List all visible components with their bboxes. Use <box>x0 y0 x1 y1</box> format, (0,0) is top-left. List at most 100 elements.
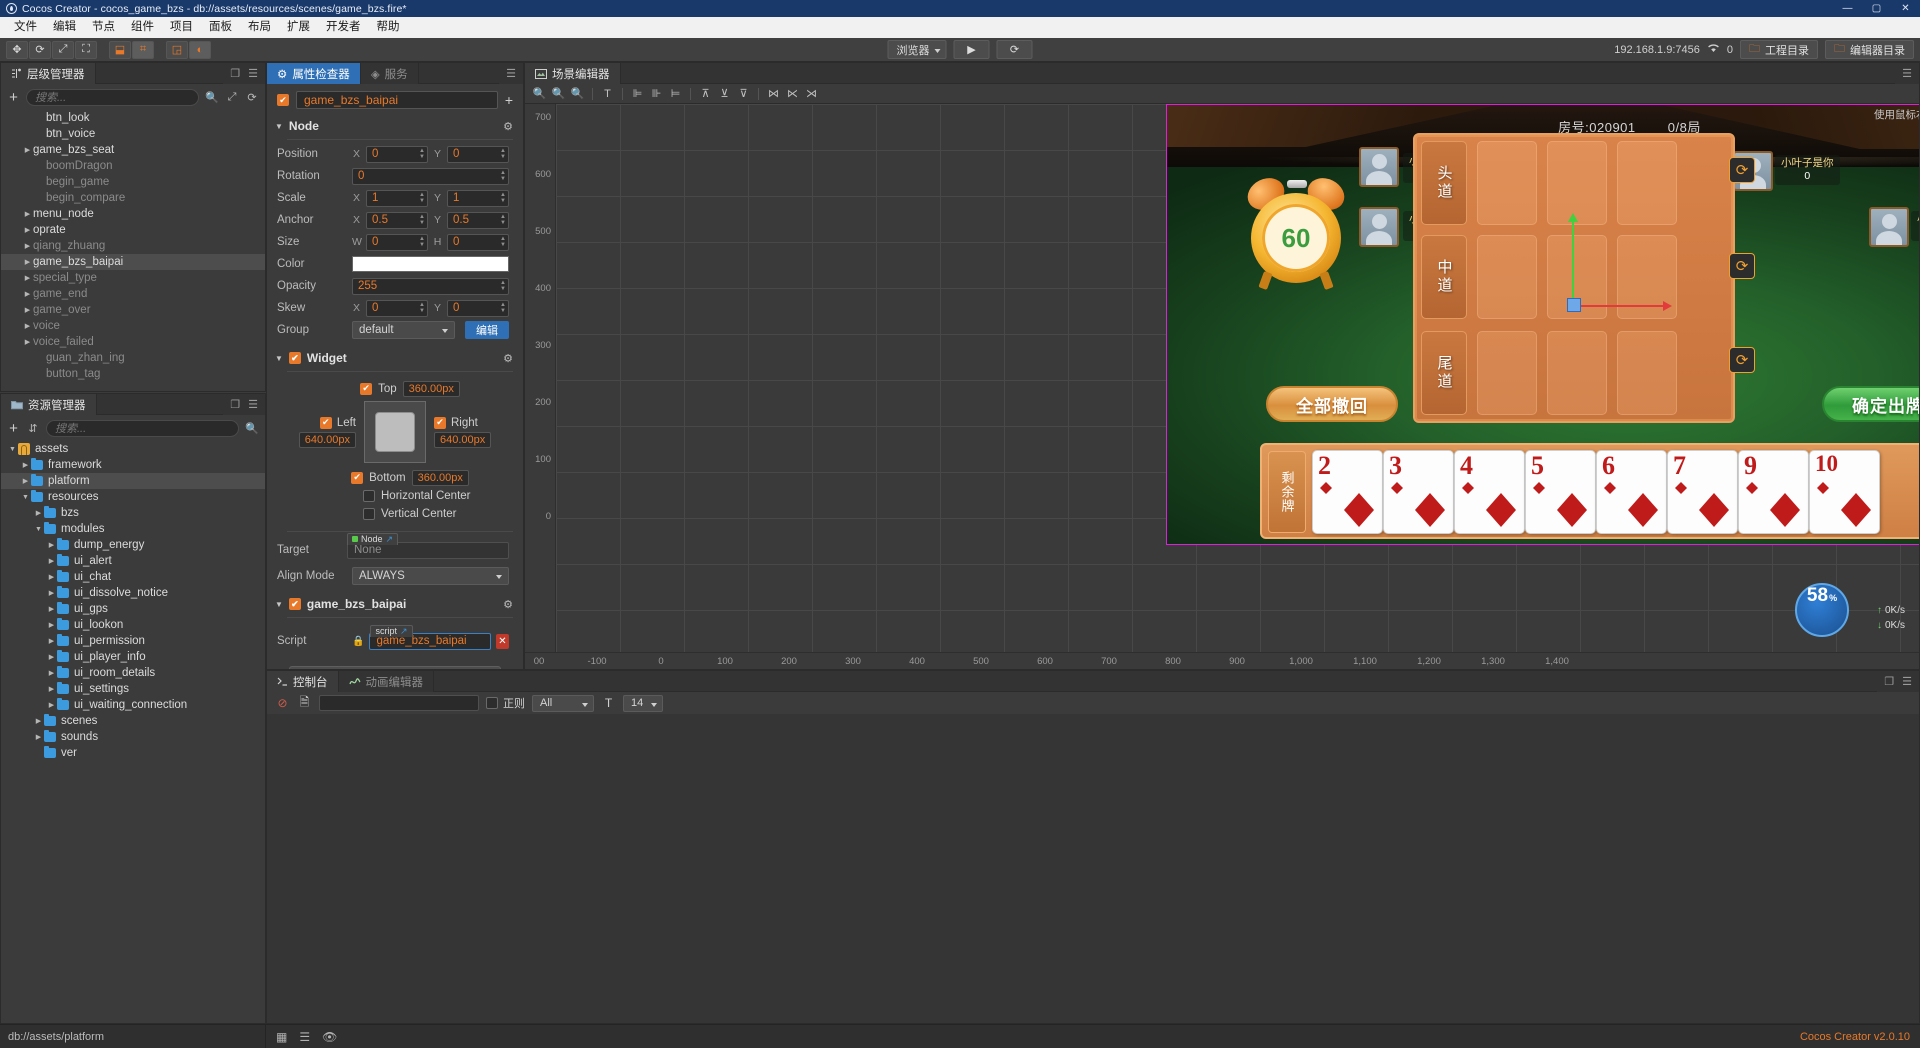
expand-icon[interactable]: ⤢ <box>225 91 239 104</box>
node-name-input[interactable]: game_bzs_baipai <box>296 91 498 109</box>
tab-inspector[interactable]: ⚙ 属性检查器 <box>267 63 361 84</box>
chevron-right-icon[interactable]: ▶ <box>46 685 57 693</box>
widget-top-value[interactable]: 360.00px <box>403 381 460 397</box>
tab-animation-editor[interactable]: 动画编辑器 <box>339 671 435 692</box>
search-icon[interactable]: 🔍 <box>205 91 219 104</box>
pivot-tool-icon[interactable]: ⌗ <box>132 41 154 59</box>
chevron-right-icon[interactable]: ▶ <box>46 621 57 629</box>
chevron-right-icon[interactable]: ▶ <box>46 637 57 645</box>
regex-toggle[interactable]: 正则 <box>486 695 525 711</box>
widget-bottom-value[interactable]: 360.00px <box>412 470 469 486</box>
widget-right-value[interactable]: 640.00px <box>434 432 491 448</box>
align-right-icon[interactable]: ⊨ <box>668 86 683 101</box>
gizmo-y-axis[interactable] <box>1572 221 1574 306</box>
asset-node[interactable]: ▶framework <box>1 457 265 473</box>
rotate-tool-icon[interactable]: ⟳ <box>29 41 51 59</box>
zoom-reset-icon[interactable]: 🔍 <box>570 86 585 101</box>
tab-scene-editor[interactable]: 场景编辑器 <box>525 63 621 84</box>
stepper-icon[interactable]: ▲▼ <box>500 302 506 314</box>
clear-console-button[interactable]: ⊘ <box>275 696 290 710</box>
regex-checkbox[interactable] <box>486 697 498 709</box>
chevron-right-icon[interactable]: ▶ <box>22 258 33 266</box>
lane-middle[interactable]: 中道 <box>1421 235 1467 319</box>
stepper-icon[interactable]: ▲▼ <box>500 214 506 226</box>
game-canvas[interactable]: 使用鼠标右键移视窗焦点，使用滚轮缩放视图 房号:020901 0/8局 AM 1… <box>1166 104 1919 545</box>
position-x-input[interactable]: 0▲▼ <box>366 146 428 163</box>
menu-icon[interactable]: ☰ <box>1902 675 1912 688</box>
stepper-icon[interactable]: ▲▼ <box>419 214 425 226</box>
rect-tool-icon[interactable]: ⛶ <box>75 41 97 59</box>
search-icon[interactable]: 🔍 <box>245 422 259 435</box>
stepper-icon[interactable]: ▲▼ <box>419 302 425 314</box>
hierarchy-search-input[interactable]: 搜索... <box>26 89 199 106</box>
card-slot[interactable] <box>1617 331 1677 415</box>
opacity-input[interactable]: 255▲▼ <box>352 278 509 295</box>
group-select[interactable]: default <box>352 321 455 339</box>
chevron-right-icon[interactable]: ▶ <box>22 226 33 234</box>
asset-node[interactable]: ▶ui_player_info <box>1 649 265 665</box>
widget-left-value[interactable]: 640.00px <box>299 432 356 448</box>
hierarchy-node[interactable]: ▶special_type <box>1 270 265 286</box>
chevron-right-icon[interactable]: ▶ <box>46 573 57 581</box>
hand-card[interactable]: 6 <box>1596 450 1667 534</box>
hand-card[interactable]: 9 <box>1738 450 1809 534</box>
stepper-icon[interactable]: ▲▼ <box>419 148 425 160</box>
asset-node[interactable]: ▶dump_energy <box>1 537 265 553</box>
component-enabled-checkbox[interactable] <box>289 598 301 610</box>
chevron-right-icon[interactable]: ▶ <box>33 509 44 517</box>
align-tool-icon[interactable]: ⬓ <box>109 41 131 59</box>
hierarchy-node[interactable]: btn_look <box>1 110 265 126</box>
console-search-input[interactable] <box>319 695 479 711</box>
chevron-right-icon[interactable]: ▶ <box>20 461 31 469</box>
tab-assets[interactable]: 资源管理器 <box>1 394 97 415</box>
avatar[interactable] <box>1359 207 1399 247</box>
hierarchy-node[interactable]: begin_compare <box>1 190 265 206</box>
chevron-right-icon[interactable]: ▶ <box>22 242 33 250</box>
hierarchy-node[interactable]: ▶game_bzs_baipai <box>1 254 265 270</box>
node-section-gear-icon[interactable]: ⚙ <box>503 120 513 133</box>
chevron-right-icon[interactable]: ▶ <box>22 322 33 330</box>
card-slot[interactable] <box>1547 331 1607 415</box>
eye-icon[interactable]: 👁 <box>322 1030 337 1044</box>
hierarchy-node[interactable]: ▶menu_node <box>1 206 265 222</box>
asset-node[interactable]: ▶platform <box>1 473 265 489</box>
hierarchy-node[interactable]: ▶voice <box>1 318 265 334</box>
skew-y-input[interactable]: 0▲▼ <box>447 300 509 317</box>
asset-node[interactable]: ▶ui_room_details <box>1 665 265 681</box>
font-size-select[interactable]: 14 <box>623 695 663 712</box>
widget-right-checkbox[interactable] <box>434 417 446 429</box>
stepper-icon[interactable]: ▲▼ <box>500 280 506 292</box>
hand-card[interactable]: 7 <box>1667 450 1738 534</box>
console-log-output[interactable] <box>267 714 1919 1023</box>
asset-node[interactable]: ▶scenes <box>1 713 265 729</box>
card-slot[interactable] <box>1617 141 1677 225</box>
menu-component[interactable]: 组件 <box>123 17 162 38</box>
widget-left-checkbox[interactable] <box>320 417 332 429</box>
align-mode-select[interactable]: ALWAYS <box>352 567 509 585</box>
menu-layout[interactable]: 布局 <box>240 17 279 38</box>
asset-node[interactable]: ver <box>1 745 265 761</box>
stepper-icon[interactable]: ▲▼ <box>419 192 425 204</box>
scale-tool-icon[interactable]: ⤢ <box>52 41 74 59</box>
chevron-right-icon[interactable]: ▶ <box>46 557 57 565</box>
node-active-checkbox[interactable] <box>277 94 289 106</box>
chevron-right-icon[interactable]: ▶ <box>22 338 33 346</box>
move-tool-icon[interactable]: ✥ <box>6 41 28 59</box>
remove-script-button[interactable]: ✕ <box>496 634 509 649</box>
swap-lane-middle-button[interactable]: ⟳ <box>1729 253 1755 279</box>
asset-node[interactable]: ▶bzs <box>1 505 265 521</box>
asset-node[interactable]: ▶ui_dissolve_notice <box>1 585 265 601</box>
chevron-right-icon[interactable]: ▶ <box>20 477 31 485</box>
gizmo-center-handle[interactable] <box>1567 298 1581 312</box>
menu-panel[interactable]: 面板 <box>201 17 240 38</box>
assets-search-input[interactable]: 搜索... <box>46 420 239 437</box>
popout-icon[interactable]: ❐ <box>230 398 240 411</box>
chevron-right-icon[interactable]: ▶ <box>46 541 57 549</box>
stepper-icon[interactable]: ▲▼ <box>500 192 506 204</box>
menu-project[interactable]: 项目 <box>162 17 201 38</box>
scene-viewport[interactable]: 7006005004003002001000 00-10001002003004… <box>525 104 1919 669</box>
hierarchy-node[interactable]: ▶oprate <box>1 222 265 238</box>
hand-card[interactable]: 3 <box>1383 450 1454 534</box>
open-log-file-button[interactable]: 🗎 <box>297 693 312 714</box>
swap-lane-tail-button[interactable]: ⟳ <box>1729 347 1755 373</box>
